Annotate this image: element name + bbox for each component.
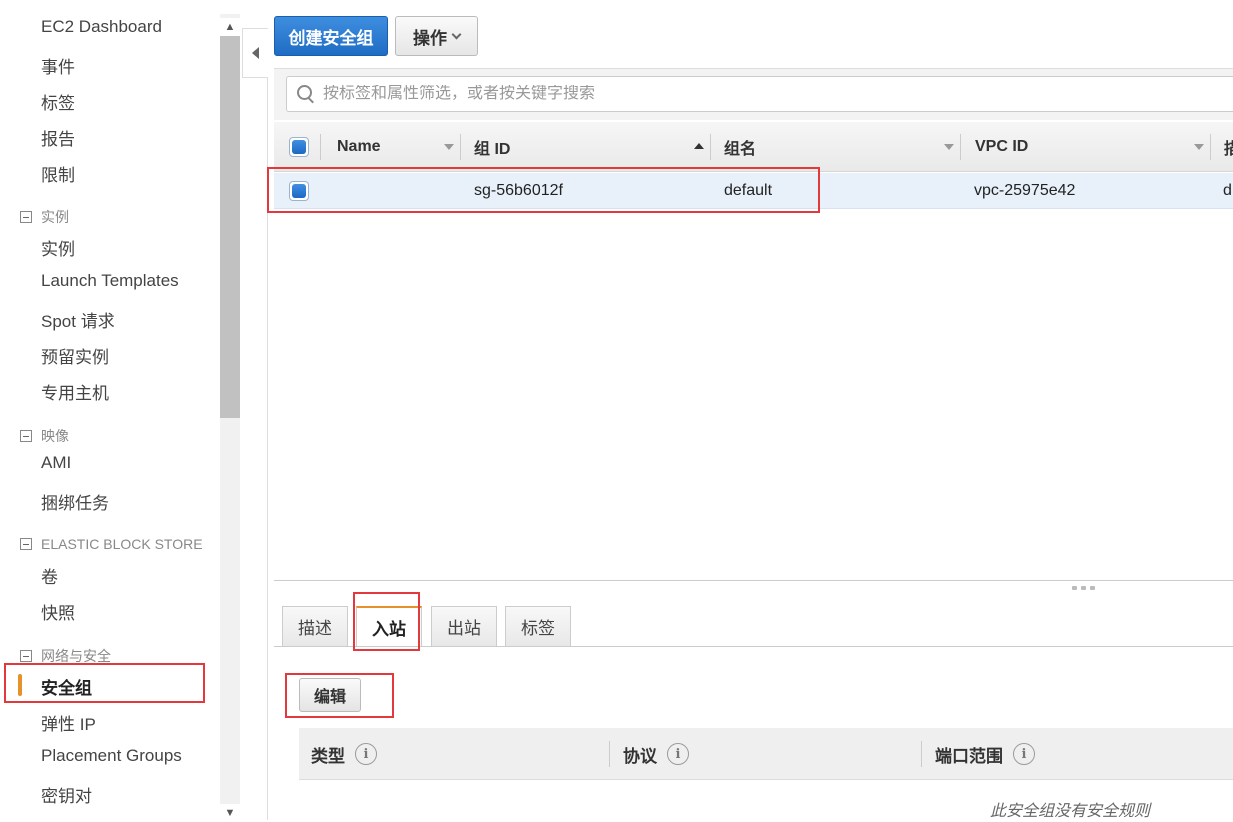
column-header-port-range[interactable]: 端口范围 i: [935, 728, 1035, 780]
nav-elastic-ip[interactable]: 弹性 IP: [41, 710, 96, 735]
nav-tags[interactable]: 标签: [41, 89, 75, 114]
column-header-description[interactable]: 描: [1224, 122, 1233, 172]
table-header: Name 组 ID 组名 VPC ID 描: [274, 122, 1233, 172]
column-label: 端口范围: [935, 746, 1003, 766]
column-label: 协议: [623, 746, 657, 766]
divider: [267, 78, 268, 820]
cell-description: d: [1223, 182, 1232, 199]
nav-reserved-instances[interactable]: 预留实例: [41, 343, 109, 368]
nav-ec2-dashboard[interactable]: EC2 Dashboard: [41, 17, 162, 37]
nav-reports[interactable]: 报告: [41, 125, 75, 150]
sort-asc-icon[interactable]: [694, 143, 704, 149]
cell-group-id: sg-56b6012f: [474, 182, 563, 199]
nav-events[interactable]: 事件: [41, 53, 75, 78]
section-network-security[interactable]: 网络与安全: [20, 646, 111, 666]
column-header-vpc-id[interactable]: VPC ID: [975, 122, 1028, 172]
section-instances[interactable]: 实例: [20, 207, 69, 227]
collapse-icon[interactable]: [20, 430, 32, 442]
search-input[interactable]: [323, 85, 1203, 103]
cell-group-name: default: [724, 182, 773, 199]
chevron-down-icon: [451, 29, 462, 39]
column-header-name[interactable]: Name: [337, 122, 381, 172]
collapse-icon[interactable]: [20, 211, 32, 223]
edit-button[interactable]: 编辑: [299, 678, 361, 712]
nav-bundle-tasks[interactable]: 捆绑任务: [41, 489, 109, 514]
column-header-type[interactable]: 类型 i: [311, 728, 377, 780]
tab-description[interactable]: 描述: [282, 606, 348, 646]
sort-icon[interactable]: [944, 144, 954, 150]
resize-handle-icon[interactable]: [1072, 586, 1095, 590]
collapse-sidebar-button[interactable]: [242, 28, 268, 78]
section-title: 网络与安全: [41, 648, 111, 664]
chevron-left-icon: [252, 47, 259, 59]
actions-button[interactable]: 操作: [395, 16, 478, 56]
section-title: 映像: [41, 428, 69, 444]
nav-security-groups[interactable]: 安全组: [41, 674, 92, 699]
sidebar-scrollbar-thumb[interactable]: [220, 36, 240, 418]
tab-baseline: [274, 646, 1233, 647]
sort-icon[interactable]: [444, 144, 454, 150]
nav-limits[interactable]: 限制: [41, 161, 75, 186]
select-all-checkbox[interactable]: [289, 137, 309, 157]
info-icon[interactable]: i: [667, 743, 689, 765]
scroll-down-icon[interactable]: ▼: [220, 804, 240, 822]
nav-placement-groups[interactable]: Placement Groups: [41, 746, 182, 766]
row-checkbox[interactable]: [289, 181, 309, 201]
sidebar: EC2 Dashboard 事件 标签 报告 限制 实例 实例 Launch T…: [0, 0, 220, 820]
nav-volumes[interactable]: 卷: [41, 563, 58, 588]
nav-instances[interactable]: 实例: [41, 235, 75, 260]
nav-dedicated-hosts[interactable]: 专用主机: [41, 379, 109, 404]
column-header-protocol[interactable]: 协议 i: [623, 728, 689, 780]
column-header-group-name[interactable]: 组名: [724, 122, 756, 172]
create-security-group-button[interactable]: 创建安全组: [274, 16, 388, 56]
scroll-up-icon[interactable]: ▲: [220, 18, 240, 36]
section-title: ELASTIC BLOCK STORE: [41, 536, 203, 552]
section-images[interactable]: 映像: [20, 426, 69, 446]
search-icon: [295, 83, 317, 105]
active-indicator: [18, 674, 22, 696]
tab-tags[interactable]: 标签: [505, 606, 571, 646]
split-divider[interactable]: [274, 580, 1233, 581]
nav-launch-templates[interactable]: Launch Templates: [41, 271, 179, 291]
nav-ami[interactable]: AMI: [41, 453, 71, 473]
info-icon[interactable]: i: [1013, 743, 1035, 765]
cell-vpc-id: vpc-25975e42: [974, 182, 1076, 199]
tab-inbound[interactable]: 入站: [356, 606, 422, 647]
tab-outbound[interactable]: 出站: [431, 606, 497, 646]
column-header-group-id[interactable]: 组 ID: [474, 122, 510, 172]
section-title: 实例: [41, 209, 69, 225]
nav-key-pairs[interactable]: 密钥对: [41, 782, 92, 807]
collapse-icon[interactable]: [20, 538, 32, 550]
search-box[interactable]: [286, 76, 1233, 112]
rules-table-header: 类型 i 协议 i 端口范围 i: [299, 728, 1233, 780]
sort-icon[interactable]: [1194, 144, 1204, 150]
empty-rules-message: 此安全组没有安全规则: [990, 803, 1151, 820]
section-ebs[interactable]: ELASTIC BLOCK STORE: [20, 536, 203, 552]
info-icon[interactable]: i: [355, 743, 377, 765]
nav-snapshots[interactable]: 快照: [41, 599, 75, 624]
column-label: 类型: [311, 746, 345, 766]
collapse-icon[interactable]: [20, 650, 32, 662]
table-row[interactable]: sg-56b6012f default vpc-25975e42 d: [274, 173, 1233, 209]
nav-spot-requests[interactable]: Spot 请求: [41, 307, 115, 332]
actions-label: 操作: [413, 28, 447, 48]
